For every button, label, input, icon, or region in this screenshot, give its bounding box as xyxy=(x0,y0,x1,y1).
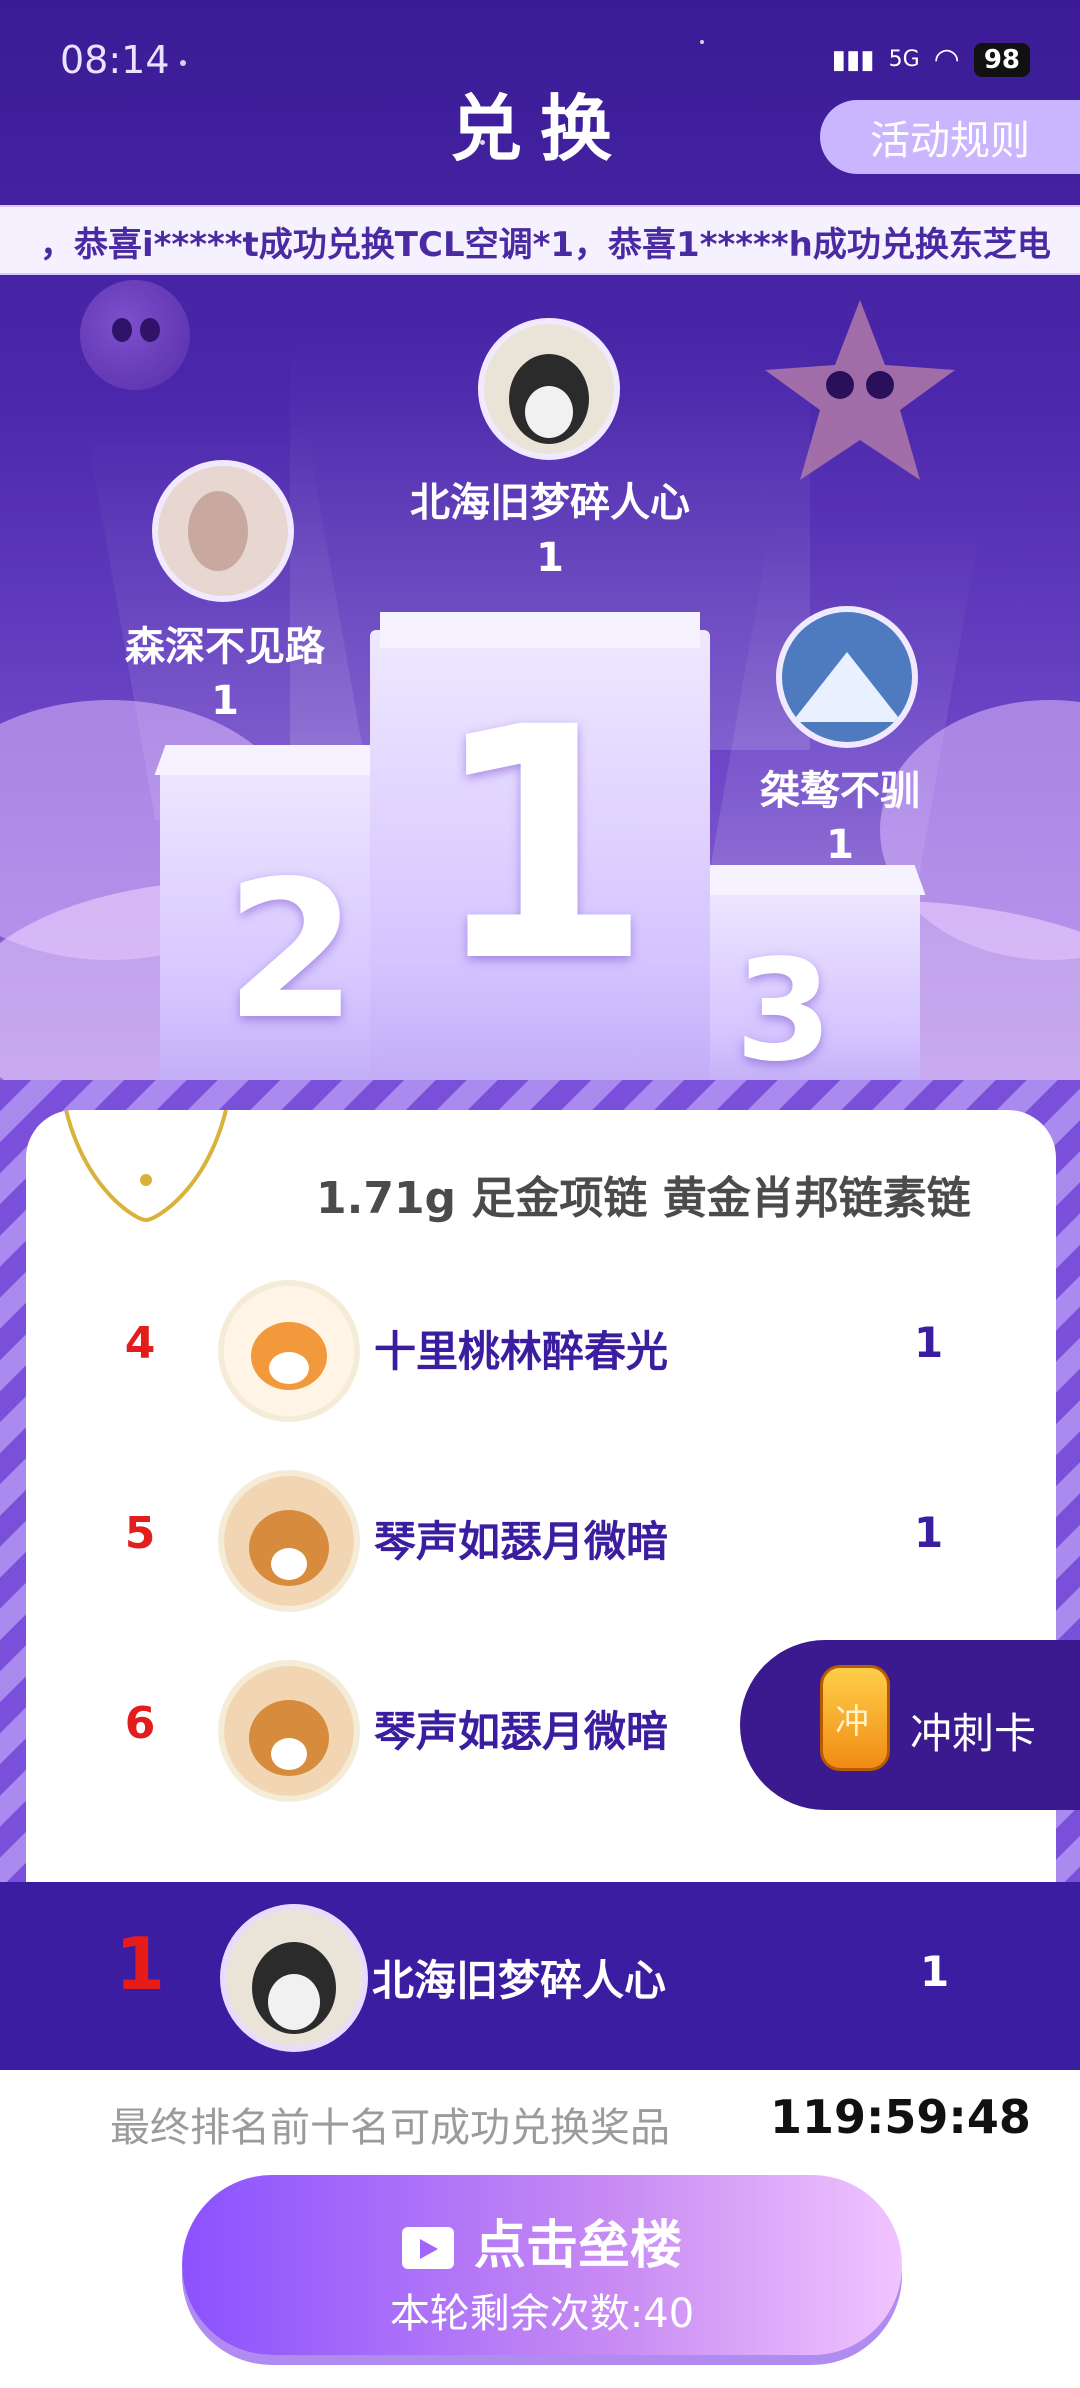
row-avatar[interactable] xyxy=(218,1280,360,1422)
clapperboard-icon xyxy=(401,2227,454,2269)
podium-score-second: 1 xyxy=(211,678,239,724)
reward-note: 最终排名前十名可成功兑换奖品 xyxy=(110,2105,670,2151)
my-rank-number: 1 xyxy=(114,1922,166,2006)
ticker-text: ，恭喜i*****t成功兑换TCL空调*1，恭喜1*****h成功兑换东芝电 xyxy=(40,225,1051,265)
podium-score-third: 1 xyxy=(826,822,854,868)
winner-ticker: ，恭喜i*****t成功兑换TCL空调*1，恭喜1*****h成功兑换东芝电 xyxy=(0,205,1080,275)
row-score: 1 xyxy=(914,1318,944,1367)
podium-number-second: 2 xyxy=(225,840,358,1061)
row-avatar[interactable] xyxy=(218,1660,360,1802)
my-name: 北海旧梦碎人心 xyxy=(372,1956,667,2005)
build-tower-button[interactable]: 点击垒楼 本轮剩余次数:40 xyxy=(182,2175,902,2355)
planet-decoration xyxy=(80,280,190,390)
prize-title: 1.71g 足金项链 黄金肖邦链素链 xyxy=(316,1173,971,1224)
countdown-timer: 119:59:48 xyxy=(770,2090,1031,2144)
sprint-card-button[interactable]: 冲 冲刺卡 xyxy=(740,1640,1080,1810)
podium-number-first: 1 xyxy=(430,660,653,1032)
podium-avatar-second[interactable] xyxy=(152,460,294,602)
table-row: 5 琴声如瑟月微暗 1 xyxy=(26,1450,1056,1620)
row-name: 十里桃林醉春光 xyxy=(374,1327,669,1376)
build-button-label: 点击垒楼 xyxy=(473,2216,682,2276)
podium-number-third: 3 xyxy=(735,930,833,1093)
rank-number: 4 xyxy=(124,1318,156,1369)
app-root: 08:14 ▮▮▮ 5G ◠ 98 兑换 活动规则 ，恭喜i*****t成功兑换… xyxy=(0,0,1080,2388)
podium-name-first: 北海旧梦碎人心 xyxy=(410,480,690,526)
table-row: 4 十里桃林醉春光 1 xyxy=(26,1260,1056,1430)
sprint-card-label: 冲刺卡 xyxy=(910,1709,1037,1758)
my-rank-bar: 1 北海旧梦碎人心 1 xyxy=(0,1882,1080,2070)
my-avatar[interactable] xyxy=(220,1904,368,2052)
row-score: 1 xyxy=(914,1508,944,1557)
row-name: 琴声如瑟月微暗 xyxy=(374,1517,669,1566)
network-label: 5G xyxy=(888,47,920,72)
podium-name-third: 桀骜不驯 xyxy=(760,768,920,814)
necklace-image xyxy=(64,1110,228,1223)
podium-avatar-first[interactable] xyxy=(478,318,620,460)
my-score: 1 xyxy=(920,1947,950,1996)
star-mascot-icon xyxy=(765,300,955,480)
row-name: 琴声如瑟月微暗 xyxy=(374,1707,669,1756)
podium-name-second: 森深不见路 xyxy=(125,624,325,670)
rules-button[interactable]: 活动规则 xyxy=(820,100,1080,174)
rank-number: 6 xyxy=(124,1698,156,1749)
lantern-icon: 冲 xyxy=(820,1665,890,1771)
podium-score-first: 1 xyxy=(536,535,564,581)
row-avatar[interactable] xyxy=(218,1470,360,1612)
rank-number: 5 xyxy=(124,1508,156,1559)
podium-avatar-third[interactable] xyxy=(776,606,918,748)
lantern-char: 冲 xyxy=(835,1702,869,1742)
build-button-label-row: 点击垒楼 xyxy=(182,2203,902,2278)
remaining-count: 本轮剩余次数:40 xyxy=(389,2291,695,2337)
